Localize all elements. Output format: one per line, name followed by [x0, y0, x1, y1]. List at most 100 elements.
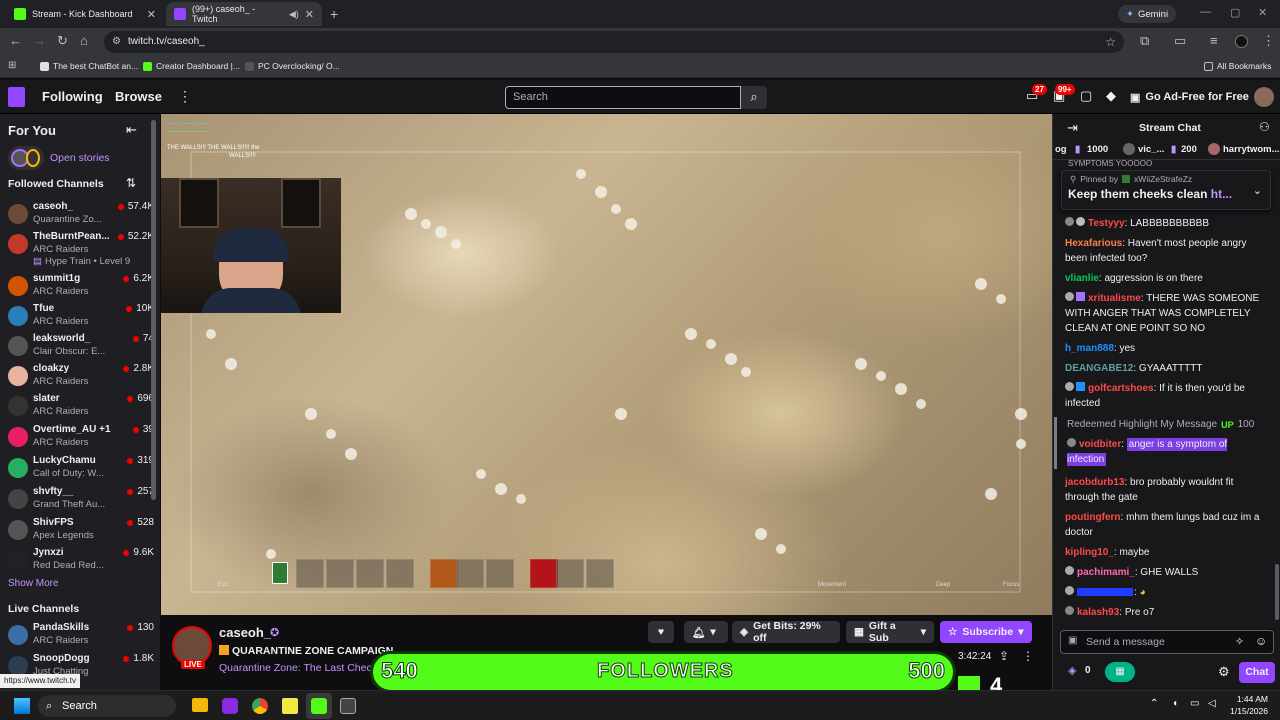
chat-username[interactable]: Hexafarious: [1065, 238, 1122, 249]
chat-username[interactable]: h_man888: [1065, 343, 1114, 354]
sidebar-channel-luckychamu[interactable]: LuckyChamu Call of Duty: W... 319: [8, 454, 154, 484]
extensions-icon[interactable]: ⧉: [1140, 34, 1149, 48]
microphone-icon[interactable]: ◖: [1172, 698, 1178, 709]
channel-points-icon[interactable]: ◈: [1068, 664, 1076, 677]
tab-kick-dashboard[interactable]: Stream - Kick Dashboard ✕: [6, 2, 164, 26]
sidebar-channel-caseoh[interactable]: caseoh_ Quarantine Zo... 57.4K: [8, 200, 154, 230]
app-icon[interactable]: [222, 698, 238, 714]
site-info-icon[interactable]: ⚙: [112, 31, 121, 53]
chrome-icon[interactable]: [252, 698, 268, 714]
new-tab-button[interactable]: +: [330, 6, 338, 22]
cast-icon[interactable]: ▭: [1174, 34, 1186, 48]
notifications-button[interactable]: 🔔︎ ▾: [684, 621, 728, 643]
user-avatar[interactable]: [1254, 87, 1274, 107]
close-icon[interactable]: ✕: [147, 8, 156, 21]
sidebar-channel-jynxzi[interactable]: Jynxzi Red Dead Red... 9.6K: [8, 546, 154, 576]
chat-username[interactable]: kalash93: [1077, 607, 1119, 618]
sidebar-channel-pandaskills[interactable]: PandaSkills ARC Raiders 130: [8, 621, 154, 651]
chat-username[interactable]: DEANGABE12: [1065, 363, 1133, 374]
collapse-sidebar-icon[interactable]: ⇤: [126, 122, 137, 138]
tab-twitch[interactable]: (99+) caseoh_ - Twitch ◀) ✕: [166, 2, 322, 26]
sidebar-channel-shvfty[interactable]: shvfty__ Grand Theft Au... 257: [8, 485, 154, 515]
volume-icon[interactable]: ◁: [1208, 698, 1216, 709]
profile-avatar[interactable]: [1235, 35, 1248, 48]
kick-app-icon[interactable]: [311, 698, 327, 714]
bookmark-item[interactable]: PC Overclocking/ O...: [245, 61, 340, 71]
back-icon[interactable]: ←: [9, 34, 22, 48]
sidebar-channel-slater[interactable]: slater ARC Raiders 696: [8, 392, 154, 422]
get-bits-button[interactable]: ◈ Get Bits: 29% off: [732, 620, 840, 644]
censored-username[interactable]: [1077, 588, 1133, 597]
close-icon[interactable]: ✕: [305, 8, 314, 21]
sidebar-channel-cloakzy[interactable]: cloakzy ARC Raiders 2.8K: [8, 362, 154, 392]
bits-cheer-icon[interactable]: ✧: [1235, 635, 1244, 648]
search-input[interactable]: Search: [505, 86, 741, 109]
community-icon[interactable]: ⚇: [1259, 120, 1270, 134]
search-button[interactable]: ⌕: [741, 86, 767, 109]
file-explorer-icon[interactable]: [192, 698, 208, 712]
chat-username[interactable]: jacobdurb13: [1065, 477, 1124, 488]
collapse-chat-icon[interactable]: ⇥: [1067, 120, 1078, 136]
home-icon[interactable]: ⌂: [80, 34, 88, 48]
app-icon[interactable]: [340, 698, 356, 714]
chat-scrollbar[interactable]: [1275, 564, 1279, 620]
sort-icon[interactable]: ⇅: [126, 176, 136, 190]
settings-gear-icon[interactable]: ⚙: [1218, 664, 1230, 680]
claim-bonus-button[interactable]: ▦: [1105, 662, 1135, 682]
show-more-link[interactable]: Show More: [8, 578, 59, 589]
sticky-notes-icon[interactable]: [282, 698, 298, 714]
all-bookmarks[interactable]: All Bookmarks: [1204, 61, 1271, 71]
more-options-icon[interactable]: ⋮: [1022, 649, 1034, 663]
whispers-icon[interactable]: ▢: [1080, 88, 1092, 104]
chat-send-button[interactable]: Chat: [1239, 662, 1275, 683]
gemini-button[interactable]: ✦ Gemini: [1118, 5, 1177, 23]
window-close-button[interactable]: ✕: [1258, 6, 1267, 19]
sidebar-channel-summit1g[interactable]: summit1g ARC Raiders 6.2K: [8, 272, 154, 302]
chat-username[interactable]: Testyyy: [1088, 218, 1125, 229]
more-icon[interactable]: ⋮: [178, 88, 192, 105]
emote-picker-icon[interactable]: ☺: [1255, 634, 1267, 648]
forward-icon[interactable]: →: [33, 34, 46, 48]
taskbar-search[interactable]: ⌕ Search: [38, 695, 176, 717]
chat-username[interactable]: golfcartshoes: [1088, 383, 1154, 394]
chevron-up-icon[interactable]: ⌃: [1150, 698, 1158, 709]
bookmark-item[interactable]: Creator Dashboard |...: [143, 61, 240, 71]
game-link[interactable]: Quarantine Zone: The Last Check: [219, 662, 377, 674]
pinned-message[interactable]: ⚲ Pinned by xWiiZeStrafeZz Keep them che…: [1061, 170, 1271, 210]
chevron-down-icon[interactable]: ⌄: [1253, 184, 1262, 197]
url-input[interactable]: ⚙ twitch.tv/caseoh_ ☆: [104, 31, 1124, 53]
gift-sub-button[interactable]: ▦ Gift a Sub ▾: [846, 620, 934, 644]
clock-time[interactable]: 1:44 AM: [1228, 694, 1268, 704]
chat-username[interactable]: pachimami_: [1077, 567, 1135, 578]
menu-icon[interactable]: ⋮: [1262, 34, 1275, 48]
windows-start-icon[interactable]: [14, 698, 30, 714]
chat-username[interactable]: vlianlie: [1065, 273, 1099, 284]
chat-username[interactable]: kipling10_: [1065, 547, 1114, 558]
go-ad-free-button[interactable]: ▣ Go Ad-Free for Free: [1130, 86, 1249, 108]
pinned-link[interactable]: ht...: [1211, 187, 1232, 201]
media-icon[interactable]: ≡: [1210, 34, 1218, 48]
network-icon[interactable]: ▭: [1190, 698, 1199, 709]
chat-input[interactable]: ▣ Send a message ✧ ☺: [1060, 630, 1274, 654]
chat-username[interactable]: voidbiter: [1079, 439, 1121, 450]
bookmark-item[interactable]: The best ChatBot an...: [40, 61, 138, 71]
sidebar-channel-overtime-au[interactable]: Overtime_AU +1 ARC Raiders 39: [8, 423, 154, 453]
chat-username[interactable]: poutingfern: [1065, 512, 1121, 523]
subscribe-button[interactable]: ☆ Subscribe ▾: [940, 621, 1032, 643]
sidebar-channel-tfue[interactable]: Tfue ARC Raiders 10K: [8, 302, 154, 332]
sidebar-channel-shivfps[interactable]: ShivFPS Apex Legends 528: [8, 516, 154, 546]
speaker-icon[interactable]: ◀): [289, 9, 299, 20]
browse-link[interactable]: Browse: [115, 89, 162, 104]
sidebar-scrollbar[interactable]: [151, 120, 156, 500]
minimize-button[interactable]: —: [1200, 6, 1211, 18]
chat-username[interactable]: xritualisme: [1088, 293, 1141, 304]
twitch-logo-icon[interactable]: [8, 87, 25, 107]
follow-button[interactable]: ♥: [648, 621, 674, 643]
open-stories-link[interactable]: Open stories: [50, 152, 110, 164]
prime-icon[interactable]: ◆: [1106, 88, 1116, 104]
stories-avatars[interactable]: [8, 146, 44, 170]
sidebar-channel-leaksworld[interactable]: leaksworld_ Clair Obscur: E... 74: [8, 332, 154, 362]
reload-icon[interactable]: ↻: [57, 34, 68, 48]
channel-name[interactable]: caseoh_: [219, 625, 271, 640]
share-icon[interactable]: ⇪: [999, 649, 1009, 663]
